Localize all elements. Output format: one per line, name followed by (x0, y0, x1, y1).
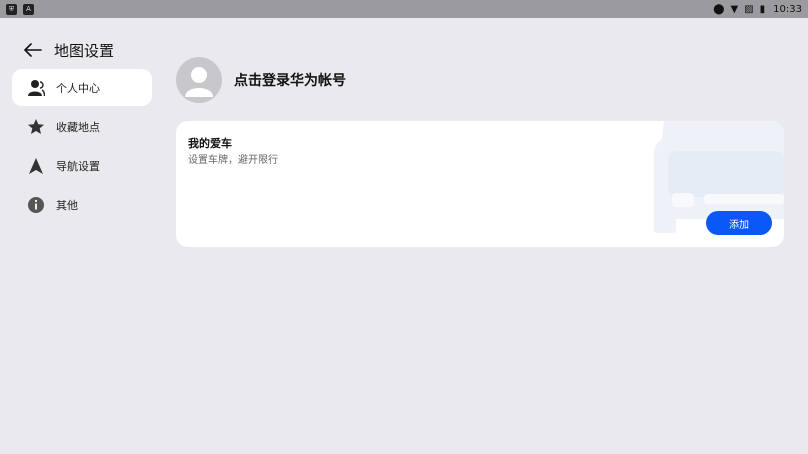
sidebar-item-navigation-settings[interactable]: 导航设置 (12, 147, 152, 184)
battery-icon: ▮ (759, 3, 766, 15)
sidebar-item-label: 导航设置 (56, 159, 100, 173)
shield-icon: ⛨ (6, 3, 17, 15)
person-icon (26, 78, 46, 98)
sidebar: 个人中心 收藏地点 导航设置 其他 (12, 69, 152, 225)
my-car-card: 我的爱车 设置车牌，避开限行 添加 (176, 121, 784, 247)
sidebar-item-label: 收藏地点 (56, 120, 100, 134)
avatar (176, 57, 222, 103)
sim-icon: ▨ (744, 3, 754, 15)
status-left: ⛨ A (6, 3, 34, 15)
location-icon: ⬤ (713, 3, 725, 15)
star-icon (26, 117, 46, 137)
user-avatar-icon (185, 67, 213, 97)
page-title: 地图设置 (54, 41, 115, 60)
back-button[interactable] (22, 39, 44, 61)
car-card-subtitle: 设置车牌，避开限行 (188, 155, 278, 166)
sidebar-item-label: 个人中心 (56, 81, 100, 95)
login-profile[interactable]: 点击登录华为帐号 (176, 57, 346, 103)
header: 地图设置 (22, 38, 114, 62)
sidebar-item-favorite-places[interactable]: 收藏地点 (12, 108, 152, 145)
sidebar-item-other[interactable]: 其他 (12, 186, 152, 223)
login-prompt: 点击登录华为帐号 (234, 73, 346, 89)
navigation-arrow-icon (26, 156, 46, 176)
sidebar-item-personal-center[interactable]: 个人中心 (12, 69, 152, 106)
wifi-icon: ▼ (730, 3, 739, 15)
car-card-title: 我的爱车 (188, 137, 232, 150)
info-icon (26, 195, 46, 215)
sidebar-item-label: 其他 (56, 198, 78, 212)
back-arrow-icon (24, 43, 42, 57)
status-bar: ⛨ A ⬤ ▼ ▨ ▮ 10:33 (0, 0, 808, 18)
status-right: ⬤ ▼ ▨ ▮ 10:33 (713, 4, 802, 15)
a-icon: A (23, 3, 34, 15)
status-time: 10:33 (773, 3, 802, 15)
add-car-button[interactable]: 添加 (706, 211, 772, 235)
